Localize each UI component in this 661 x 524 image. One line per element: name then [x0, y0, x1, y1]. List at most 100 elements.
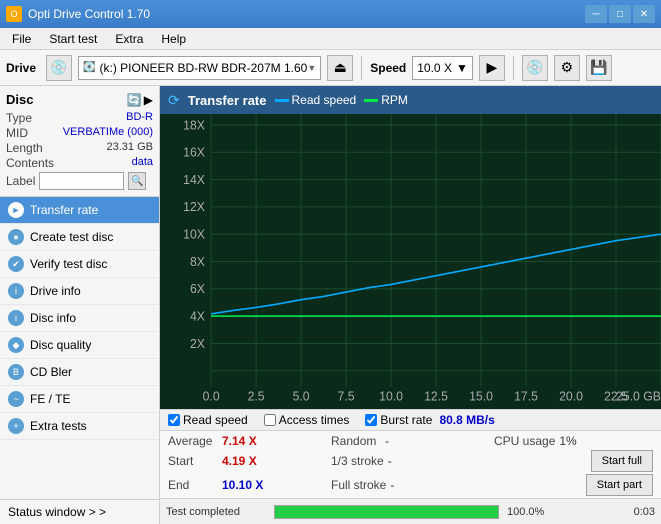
nav-items: ► Transfer rate ● Create test disc ✔ Ver… [0, 197, 159, 499]
sidebar-item-label: FE / TE [30, 392, 70, 406]
stat-start-full-row: Start full [494, 450, 653, 472]
drive-select[interactable]: 💽 (k:) PIONEER BD-RW BDR-207M 1.60 ▼ [78, 56, 321, 80]
svg-text:10.0: 10.0 [379, 389, 403, 403]
status-text: Test completed [166, 506, 266, 518]
progress-bar-container [274, 505, 499, 519]
start-part-button[interactable]: Start part [586, 474, 653, 496]
svg-text:12.5: 12.5 [424, 389, 448, 403]
menu-start-test[interactable]: Start test [41, 30, 105, 48]
chart-header: ⟳ Transfer rate Read speed RPM [160, 86, 661, 114]
verify-test-disc-icon: ✔ [8, 256, 24, 272]
menu-help[interactable]: Help [153, 30, 194, 48]
access-times-checkbox[interactable] [264, 414, 276, 426]
sidebar-item-label: Drive info [30, 284, 81, 298]
app-title: Opti Drive Control 1.70 [28, 7, 150, 21]
toolbar-separator-1 [361, 56, 362, 80]
drive-icon-btn[interactable]: 💿 [46, 55, 72, 81]
sidebar-item-disc-info[interactable]: i Disc info [0, 305, 159, 332]
access-times-checkbox-item: Access times [264, 413, 350, 427]
main-layout: Disc 🔄 ▶ Type BD-R MID VERBATIMe (000) L… [0, 86, 661, 524]
menu-extra[interactable]: Extra [107, 30, 151, 48]
svg-text:7.5: 7.5 [338, 389, 355, 403]
svg-text:4X: 4X [190, 309, 206, 323]
maximize-button[interactable]: □ [609, 5, 631, 23]
stat-start-row: Start 4.19 X [168, 450, 327, 472]
rpm-legend-color [364, 99, 378, 102]
sidebar-item-drive-info[interactable]: i Drive info [0, 278, 159, 305]
svg-text:5.0: 5.0 [293, 389, 310, 403]
speed-label: Speed [370, 61, 406, 75]
svg-text:15.0: 15.0 [469, 389, 493, 403]
disc-refresh-icon[interactable]: 🔄 [127, 93, 142, 107]
eject-button[interactable]: ⏏ [327, 55, 353, 81]
sidebar-item-cd-bler[interactable]: B CD Bler [0, 359, 159, 386]
sidebar-item-disc-quality[interactable]: ◆ Disc quality [0, 332, 159, 359]
svg-text:0.0: 0.0 [203, 389, 220, 403]
read-speed-legend: Read speed [275, 93, 357, 107]
access-times-checkbox-label: Access times [279, 413, 350, 427]
progress-percent: 100.0% [507, 506, 607, 518]
drive-label: Drive [6, 61, 36, 75]
chart-container: 18X 16X 14X 12X 10X 8X 6X 4X 2X 0.0 2.5 … [160, 114, 661, 409]
play-button[interactable]: ▶ [479, 55, 505, 81]
status-window-button[interactable]: Status window > > [0, 499, 159, 524]
disc-contents-value: data [132, 156, 153, 170]
cd-bler-icon: B [8, 364, 24, 380]
create-test-disc-icon: ● [8, 229, 24, 245]
disc-info-icon[interactable]: ▶ [144, 93, 153, 107]
rpm-legend-label: RPM [381, 93, 408, 107]
sidebar-item-create-test-disc[interactable]: ● Create test disc [0, 224, 159, 251]
svg-text:12X: 12X [183, 200, 205, 214]
burst-rate-checkbox-item: Burst rate 80.8 MB/s [365, 413, 494, 427]
stat-start-value: 4.19 X [222, 454, 262, 468]
stat-full-stroke-value: - [390, 478, 394, 492]
svg-text:20.0: 20.0 [559, 389, 583, 403]
stat-stroke13-value: - [388, 454, 392, 468]
disc-contents-row: Contents data [6, 156, 153, 170]
disc-length-label: Length [6, 141, 43, 155]
burst-rate-checkbox[interactable] [365, 414, 377, 426]
stat-start-label: Start [168, 454, 218, 468]
extra-tests-icon: + [8, 418, 24, 434]
minimize-button[interactable]: ─ [585, 5, 607, 23]
status-window-label: Status window > > [8, 505, 106, 519]
stat-end-value: 10.10 X [222, 478, 263, 492]
svg-text:8X: 8X [190, 255, 206, 269]
read-speed-legend-label: Read speed [292, 93, 357, 107]
svg-text:18X: 18X [183, 118, 205, 132]
read-speed-checkbox-item: Read speed [168, 413, 248, 427]
disc-label-input[interactable] [39, 172, 124, 190]
disc-button[interactable]: 💿 [522, 55, 548, 81]
sidebar-item-extra-tests[interactable]: + Extra tests [0, 413, 159, 440]
drive-select-icon: 💽 [83, 62, 95, 73]
sidebar: Disc 🔄 ▶ Type BD-R MID VERBATIMe (000) L… [0, 86, 160, 524]
disc-type-row: Type BD-R [6, 111, 153, 125]
read-speed-legend-color [275, 99, 289, 102]
stat-end-row: End 10.10 X [168, 474, 327, 496]
sidebar-item-label: Disc quality [30, 338, 91, 352]
start-full-button[interactable]: Start full [591, 450, 653, 472]
svg-text:10X: 10X [183, 227, 205, 241]
stats-area: Average 7.14 X Random - CPU usage 1% Sta… [160, 430, 661, 498]
read-speed-checkbox[interactable] [168, 414, 180, 426]
disc-label-btn[interactable]: 🔍 [128, 172, 146, 190]
save-button[interactable]: 💾 [586, 55, 612, 81]
svg-text:16X: 16X [183, 145, 205, 159]
speed-select[interactable]: 10.0 X ▼ [412, 56, 473, 80]
disc-contents-label: Contents [6, 156, 54, 170]
sidebar-item-fe-te[interactable]: ~ FE / TE [0, 386, 159, 413]
stat-full-stroke-row: Full stroke - [331, 474, 490, 496]
burst-rate-checkbox-label: Burst rate [380, 413, 432, 427]
close-button[interactable]: ✕ [633, 5, 655, 23]
content-area: ⟳ Transfer rate Read speed RPM [160, 86, 661, 524]
disc-icons: 🔄 ▶ [127, 93, 153, 107]
sidebar-item-transfer-rate[interactable]: ► Transfer rate [0, 197, 159, 224]
menu-file[interactable]: File [4, 30, 39, 48]
drive-select-value: (k:) PIONEER BD-RW BDR-207M 1.60 [99, 61, 307, 75]
sidebar-item-label: Disc info [30, 311, 76, 325]
sidebar-item-label: Extra tests [30, 419, 87, 433]
sidebar-item-verify-test-disc[interactable]: ✔ Verify test disc [0, 251, 159, 278]
stat-end-label: End [168, 478, 218, 492]
stat-full-stroke-label: Full stroke [331, 478, 386, 492]
settings-button[interactable]: ⚙ [554, 55, 580, 81]
